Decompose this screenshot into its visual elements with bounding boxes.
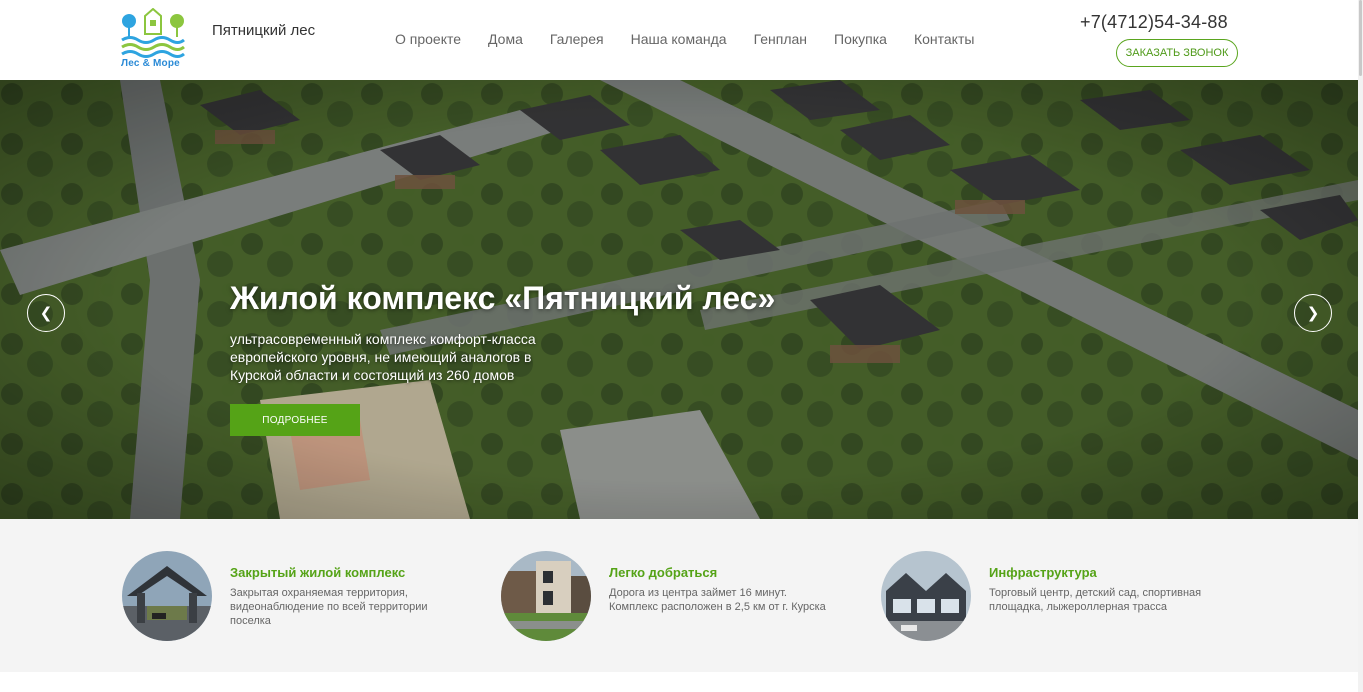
feature-text: Дорога из центра займет 16 минут. Компле… (609, 587, 826, 613)
feature-easy-access: Легко добраться Дорога из центра займет … (501, 551, 841, 641)
chevron-right-icon: ❯ (1306, 305, 1320, 322)
chevron-left-icon: ❮ (39, 305, 53, 322)
house-street-image (501, 551, 591, 641)
nav-contacts[interactable]: Контакты (914, 31, 974, 47)
nav-houses[interactable]: Дома (488, 31, 523, 47)
nav-master-plan[interactable]: Генплан (754, 31, 807, 47)
scrollbar-thumb[interactable] (1359, 0, 1362, 76)
nav-about[interactable]: О проекте (395, 31, 461, 47)
phone-number[interactable]: +7(4712)54-34-88 (1080, 12, 1228, 33)
slider-next-button[interactable]: ❯ (1294, 294, 1332, 332)
hero-title: Жилой комплекс «Пятницкий лес» (230, 280, 776, 316)
feature-title: Легко добраться (609, 565, 718, 580)
feature-title: Закрытый жилой комплекс (230, 565, 406, 580)
feature-title: Инфраструктура (989, 565, 1097, 580)
nav-team[interactable]: Наша команда (631, 31, 727, 47)
main-nav: О проекте Дома Галерея Наша команда Генп… (395, 31, 1001, 47)
nav-purchase[interactable]: Покупка (834, 31, 887, 47)
request-call-button[interactable]: ЗАКАЗАТЬ ЗВОНОК (1116, 39, 1238, 67)
slider-prev-button[interactable]: ❮ (27, 294, 65, 332)
more-button[interactable]: ПОДРОБНЕЕ (230, 404, 360, 436)
feature-infrastructure: Инфраструктура Торговый центр, детский с… (881, 551, 1221, 641)
nav-gallery[interactable]: Галерея (550, 31, 604, 47)
feature-closed-complex: Закрытый жилой комплекс Закрытая охраняе… (122, 551, 462, 641)
shopping-center-image (881, 551, 971, 641)
hero-slider: ❮ ❯ Жилой комплекс «Пятницкий лес» ультр… (0, 80, 1358, 519)
hero-description: ультрасовременный комплекс комфорт-класс… (230, 331, 536, 383)
logo-text: Лес & Море (121, 58, 180, 69)
features-section: Закрытый жилой комплекс Закрытая охраняе… (0, 519, 1358, 672)
gatehouse-image (122, 551, 212, 641)
logo-icon (121, 7, 185, 58)
feature-text: Закрытая охраняемая территория, видеонаб… (230, 587, 428, 627)
scrollbar[interactable] (1358, 0, 1363, 692)
brand-name[interactable]: Пятницкий лес (212, 21, 322, 41)
site-header: Лес & Море Пятницкий лес О проекте Дома … (0, 0, 1363, 80)
feature-text: Торговый центр, детский сад, спортивная … (989, 587, 1202, 613)
